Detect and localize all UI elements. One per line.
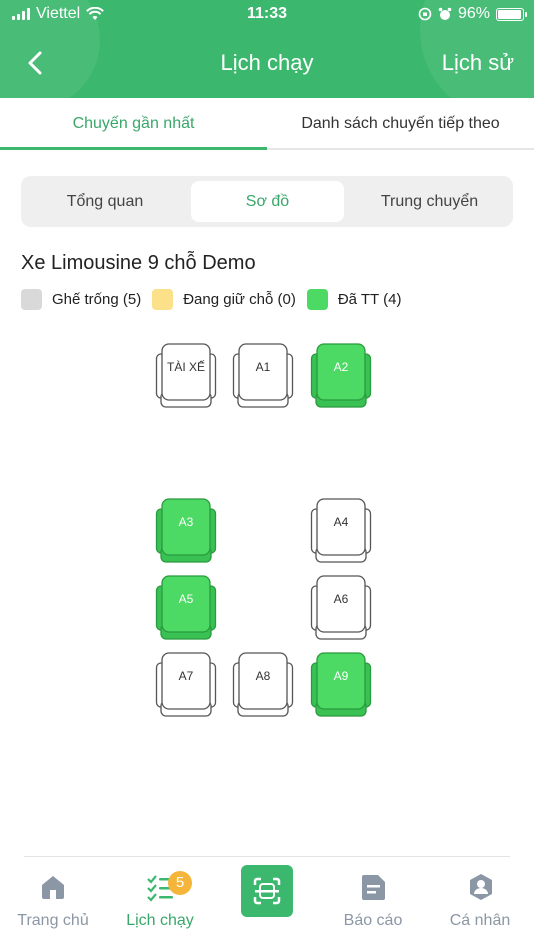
scan-icon [253,877,281,905]
seat-a2[interactable]: A2 [310,342,372,410]
seat-label: A7 [178,669,194,683]
seat-label: A9 [333,669,349,683]
legend-holding-swatch [152,289,174,310]
view-segmented-control: Tổng quan Sơ đồ Trung chuyển [21,176,513,227]
vehicle-title: Xe Limousine 9 chỗ Demo [21,252,256,274]
seat-a5[interactable]: A5 [155,574,217,642]
seat-shape [155,652,217,717]
nav-home[interactable]: Trang chủ [3,870,103,930]
seat-shape [232,343,294,408]
seat-a7[interactable]: A7 [155,651,217,719]
bottom-nav: Trang chủ 5 Lịch chạy Báo cáo Cá nhân [0,856,534,950]
home-icon [42,876,64,899]
seat-label: A4 [333,515,349,529]
seat-label: A5 [178,592,194,606]
seat-shape [310,343,372,408]
seat-shape [155,498,217,563]
legend-paid: Đã TT (4) [306,289,402,310]
segment-seat-map[interactable]: Sơ đồ [191,181,344,222]
trip-tabs: Chuyến gần nhất Danh sách chuyến tiếp th… [0,98,534,150]
seat-shape [155,575,217,640]
seat-a3[interactable]: A3 [155,497,217,565]
legend-holding-label: Đang giữ chỗ (0) [183,291,296,308]
seat-driver[interactable]: TÀI XẾ [155,342,217,410]
segment-overview[interactable]: Tổng quan [26,181,184,222]
alarm-icon [438,7,452,20]
app-header: Viettel 11:33 96% Lịch chạy Lịch sử [0,0,534,98]
nav-schedule[interactable]: 5 Lịch chạy [110,870,210,930]
seat-label: A6 [333,592,349,606]
profile-icon [470,874,492,900]
nav-home-label: Trang chủ [17,912,89,929]
report-icon [362,875,385,900]
seat-shape [310,652,372,717]
legend-paid-label: Đã TT (4) [337,291,402,308]
seat-label: A3 [178,515,194,529]
seat-a4[interactable]: A4 [310,497,372,565]
nav-report[interactable]: Báo cáo [323,870,423,930]
bottom-nav-divider [24,856,510,857]
seat-label: A2 [333,360,349,374]
seat-shape [310,575,372,640]
seat-shape [155,343,217,408]
tab-upcoming-trips[interactable]: Danh sách chuyến tiếp theo [267,98,534,150]
tab-nearest-trip[interactable]: Chuyến gần nhất [0,98,267,150]
seat-label: A1 [255,360,271,374]
nav-profile[interactable]: Cá nhân [430,870,530,930]
legend-empty-swatch [21,289,42,310]
legend-paid-swatch [306,289,328,310]
seat-shape [232,652,294,717]
nav-report-label: Báo cáo [343,912,403,929]
nav-profile-label: Cá nhân [449,912,511,929]
battery-icon [496,7,527,21]
seat-a6[interactable]: A6 [310,574,372,642]
seat-shape [310,498,372,563]
scan-button[interactable] [241,865,293,917]
history-link[interactable]: Lịch sử [442,50,514,76]
nav-bar: Lịch chạy Lịch sử [0,40,534,86]
rotation-lock-icon [418,7,432,21]
seat-label: TÀI XẾ [166,360,205,374]
legend-empty-label: Ghế trống (5) [52,291,142,308]
tab-indicator [0,147,267,150]
seat-a1[interactable]: A1 [232,342,294,410]
nav-schedule-label: Lịch chạy [126,912,194,929]
schedule-badge: 5 [168,871,192,895]
seat-a8[interactable]: A8 [232,651,294,719]
battery-percent: 96% [457,5,490,22]
seat-label: A8 [255,669,271,683]
segment-transfer[interactable]: Trung chuyển [351,181,508,222]
seat-legend: Ghế trống (5) Đang giữ chỗ (0) Đã TT (4) [21,289,412,310]
legend-holding: Đang giữ chỗ (0) [152,289,296,310]
status-bar: Viettel 11:33 96% [0,0,534,28]
seat-a9[interactable]: A9 [310,651,372,719]
legend-empty: Ghế trống (5) [21,289,141,310]
